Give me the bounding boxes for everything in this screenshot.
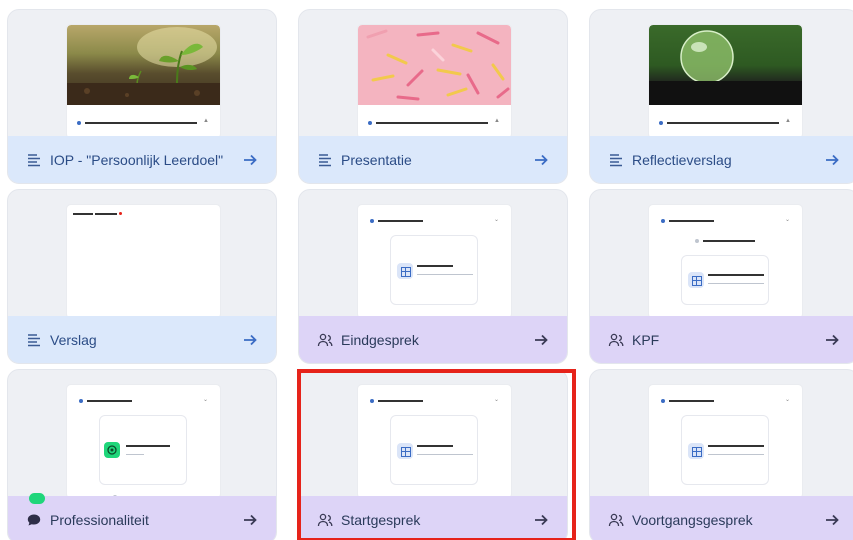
card-preview: ▲: [358, 25, 511, 138]
card-footer: Presentatie: [299, 136, 567, 183]
card-footer: Eindgesprek: [299, 316, 567, 363]
card-presentatie[interactable]: ▲ Presentatie: [298, 9, 568, 184]
card-footer: Verslag: [8, 316, 276, 363]
card-footer: Reflectieverslag: [590, 136, 853, 183]
text-align-icon: [28, 153, 40, 166]
card-title: KPF: [632, 331, 660, 348]
arrow-right-icon[interactable]: [533, 512, 549, 528]
card-title: Professionaliteit: [50, 511, 149, 528]
card-preview: ⌄: [649, 385, 802, 498]
arrow-right-icon[interactable]: [533, 152, 549, 168]
card-preview: ⌄: [67, 385, 220, 498]
arrow-right-icon[interactable]: [824, 152, 840, 168]
card-preview: ▲: [67, 25, 220, 138]
target-icon: [104, 442, 120, 458]
card-footer: Professionaliteit: [8, 496, 276, 540]
card-footer: Startgesprek: [299, 496, 567, 540]
card-verslag[interactable]: Verslag: [7, 189, 277, 364]
card-reflectieverslag[interactable]: ▲ Reflectieverslag: [589, 9, 853, 184]
glass-ball-image: [649, 25, 802, 105]
card-footer: Voortgangsgesprek: [590, 496, 853, 540]
arrow-right-icon[interactable]: [242, 332, 258, 348]
card-startgesprek[interactable]: ⌄ Startgesprek: [298, 369, 568, 540]
card-iop[interactable]: ▲ IOP - "Persoonlijk Leerdoel": [7, 9, 277, 184]
card-title: Startgesprek: [341, 511, 421, 528]
arrow-right-icon[interactable]: [242, 512, 258, 528]
text-align-icon: [319, 153, 331, 166]
card-preview: ⌄: [358, 385, 511, 498]
card-title: Reflectieverslag: [632, 151, 732, 168]
card-title: Verslag: [50, 331, 97, 348]
arrow-right-icon[interactable]: [824, 512, 840, 528]
card-eindgesprek[interactable]: ⌄ Eindgesprek: [298, 189, 568, 364]
card-preview: [67, 205, 220, 318]
card-voortgangsgesprek[interactable]: ⌄ Voortgangsgesprek: [589, 369, 853, 540]
arrow-right-icon[interactable]: [533, 332, 549, 348]
people-icon: [608, 333, 624, 346]
card-preview: ▲: [649, 25, 802, 138]
card-title: Voortgangsgesprek: [632, 511, 753, 528]
card-footer: IOP - "Persoonlijk Leerdoel": [8, 136, 276, 183]
paperclips-image: [358, 25, 511, 105]
card-professionaliteit[interactable]: ⌄ Professionaliteit: [7, 369, 277, 540]
card-kpf[interactable]: ⌄ KPF: [589, 189, 853, 364]
chat-bubble-icon: [27, 514, 41, 525]
arrow-right-icon[interactable]: [824, 332, 840, 348]
card-preview: ⌄: [358, 205, 511, 318]
text-align-icon: [610, 153, 622, 166]
people-icon: [317, 333, 333, 346]
card-title: IOP - "Persoonlijk Leerdoel": [50, 151, 224, 168]
card-title: Presentatie: [341, 151, 412, 168]
card-preview: ⌄: [649, 205, 802, 318]
people-icon: [317, 513, 333, 526]
people-icon: [608, 513, 624, 526]
status-toggle[interactable]: [29, 493, 45, 504]
arrow-right-icon[interactable]: [242, 152, 258, 168]
card-title: Eindgesprek: [341, 331, 419, 348]
card-footer: KPF: [590, 316, 853, 363]
text-align-icon: [28, 333, 40, 346]
plant-image: [67, 25, 220, 105]
